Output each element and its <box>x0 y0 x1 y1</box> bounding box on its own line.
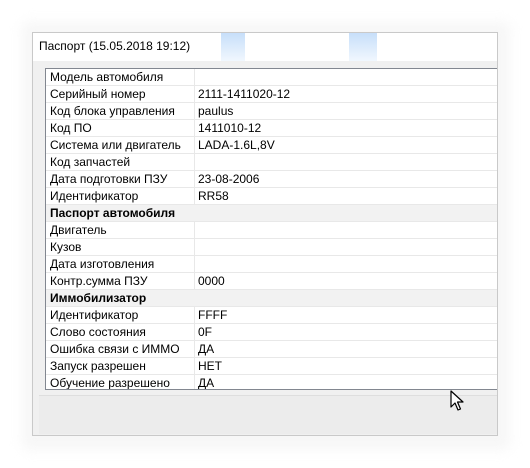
section-title: Паспорт автомобиля <box>50 206 176 220</box>
property-value: НЕТ <box>198 359 222 373</box>
column-divider <box>194 103 195 120</box>
property-label: Запуск разрешен <box>50 359 146 373</box>
property-value: 0F <box>198 325 213 339</box>
title-glow-right <box>349 33 377 61</box>
title-bar[interactable]: Паспорт (15.05.2018 19:12) <box>33 33 497 61</box>
property-value: ДА <box>198 342 215 356</box>
grid-row[interactable]: Код запчастей <box>46 154 497 171</box>
property-label: Система или двигатель <box>50 138 181 152</box>
grid-row[interactable]: Дата изготовления <box>46 256 497 273</box>
column-divider <box>194 307 195 324</box>
property-value: 2111-1411020-12 <box>198 87 291 101</box>
grid-row[interactable]: Система или двигатель LADA-1.6L,8V <box>46 137 497 154</box>
property-label: Обучение разрешено <box>50 376 170 390</box>
property-value: paulus <box>198 104 234 118</box>
column-divider <box>194 171 195 188</box>
property-value: RR58 <box>198 189 229 203</box>
property-value: 0000 <box>198 274 225 288</box>
column-divider <box>194 86 195 103</box>
column-divider <box>194 188 195 205</box>
property-label: Кузов <box>50 240 82 254</box>
grid-row[interactable]: Двигатель <box>46 222 497 239</box>
property-label: Код блока управления <box>50 104 175 118</box>
column-divider <box>194 273 195 290</box>
grid-row[interactable]: Идентификатор RR58 <box>46 188 497 205</box>
grid-row[interactable]: Идентификатор FFFF <box>46 307 497 324</box>
grid-row[interactable]: Код ПО 1411010-12 <box>46 120 497 137</box>
grid-row[interactable]: Обучение разрешено ДА <box>46 375 497 390</box>
grid-row[interactable]: Слово состояния 0F <box>46 324 497 341</box>
property-label: Дата подготовки ПЗУ <box>50 172 168 186</box>
status-area <box>39 395 497 434</box>
title-glow-left <box>221 33 245 61</box>
column-divider <box>194 375 195 389</box>
column-divider <box>194 120 195 137</box>
grid-section-header[interactable]: Паспорт автомобиля <box>46 205 497 222</box>
grid-row[interactable]: Кузов <box>46 239 497 256</box>
arrow-cursor-icon <box>450 390 464 411</box>
column-divider <box>194 239 195 256</box>
property-label: Код запчастей <box>50 155 131 169</box>
grid-section-header[interactable]: Иммобилизатор <box>46 290 497 307</box>
property-value: FFFF <box>198 308 228 322</box>
column-divider <box>194 154 195 171</box>
property-label: Идентификатор <box>50 308 139 322</box>
grid-row[interactable]: Запуск разрешен НЕТ <box>46 358 497 375</box>
property-value: 1411010-12 <box>198 121 262 135</box>
passport-window[interactable]: Паспорт (15.05.2018 19:12) Модель автомо… <box>32 32 498 436</box>
property-label: Контр.сумма ПЗУ <box>50 274 148 288</box>
window-title: Паспорт (15.05.2018 19:12) <box>39 39 191 53</box>
property-value: LADA-1.6L,8V <box>198 138 275 152</box>
grid-row[interactable]: Код блока управления paulus <box>46 103 497 120</box>
property-label: Код ПО <box>50 121 92 135</box>
property-value: ДА <box>198 376 215 390</box>
passport-grid[interactable]: Модель автомобиля Серийный номер 2111-1411… <box>45 68 497 390</box>
grid-row[interactable]: Контр.сумма ПЗУ 0000 <box>46 273 497 290</box>
property-label: Дата изготовления <box>50 257 155 271</box>
property-label: Модель автомобиля <box>50 70 164 84</box>
column-divider <box>194 256 195 273</box>
column-divider <box>194 137 195 154</box>
property-label: Слово состояния <box>50 325 146 339</box>
grid-row[interactable]: Дата подготовки ПЗУ 23-08-2006 <box>46 171 497 188</box>
grid-row[interactable]: Серийный номер 2111-1411020-12 <box>46 86 497 103</box>
column-divider <box>194 358 195 375</box>
column-divider <box>194 324 195 341</box>
column-divider <box>194 341 195 358</box>
column-divider <box>194 69 195 86</box>
grid-row[interactable]: Ошибка связи с ИММО ДА <box>46 341 497 358</box>
property-label: Ошибка связи с ИММО <box>50 342 180 356</box>
property-label: Двигатель <box>50 223 107 237</box>
property-value: 23-08-2006 <box>198 172 260 186</box>
property-label: Серийный номер <box>50 87 146 101</box>
grid-row[interactable]: Модель автомобиля <box>46 69 497 86</box>
column-divider <box>194 222 195 239</box>
section-title: Иммобилизатор <box>50 291 147 305</box>
property-label: Идентификатор <box>50 189 139 203</box>
